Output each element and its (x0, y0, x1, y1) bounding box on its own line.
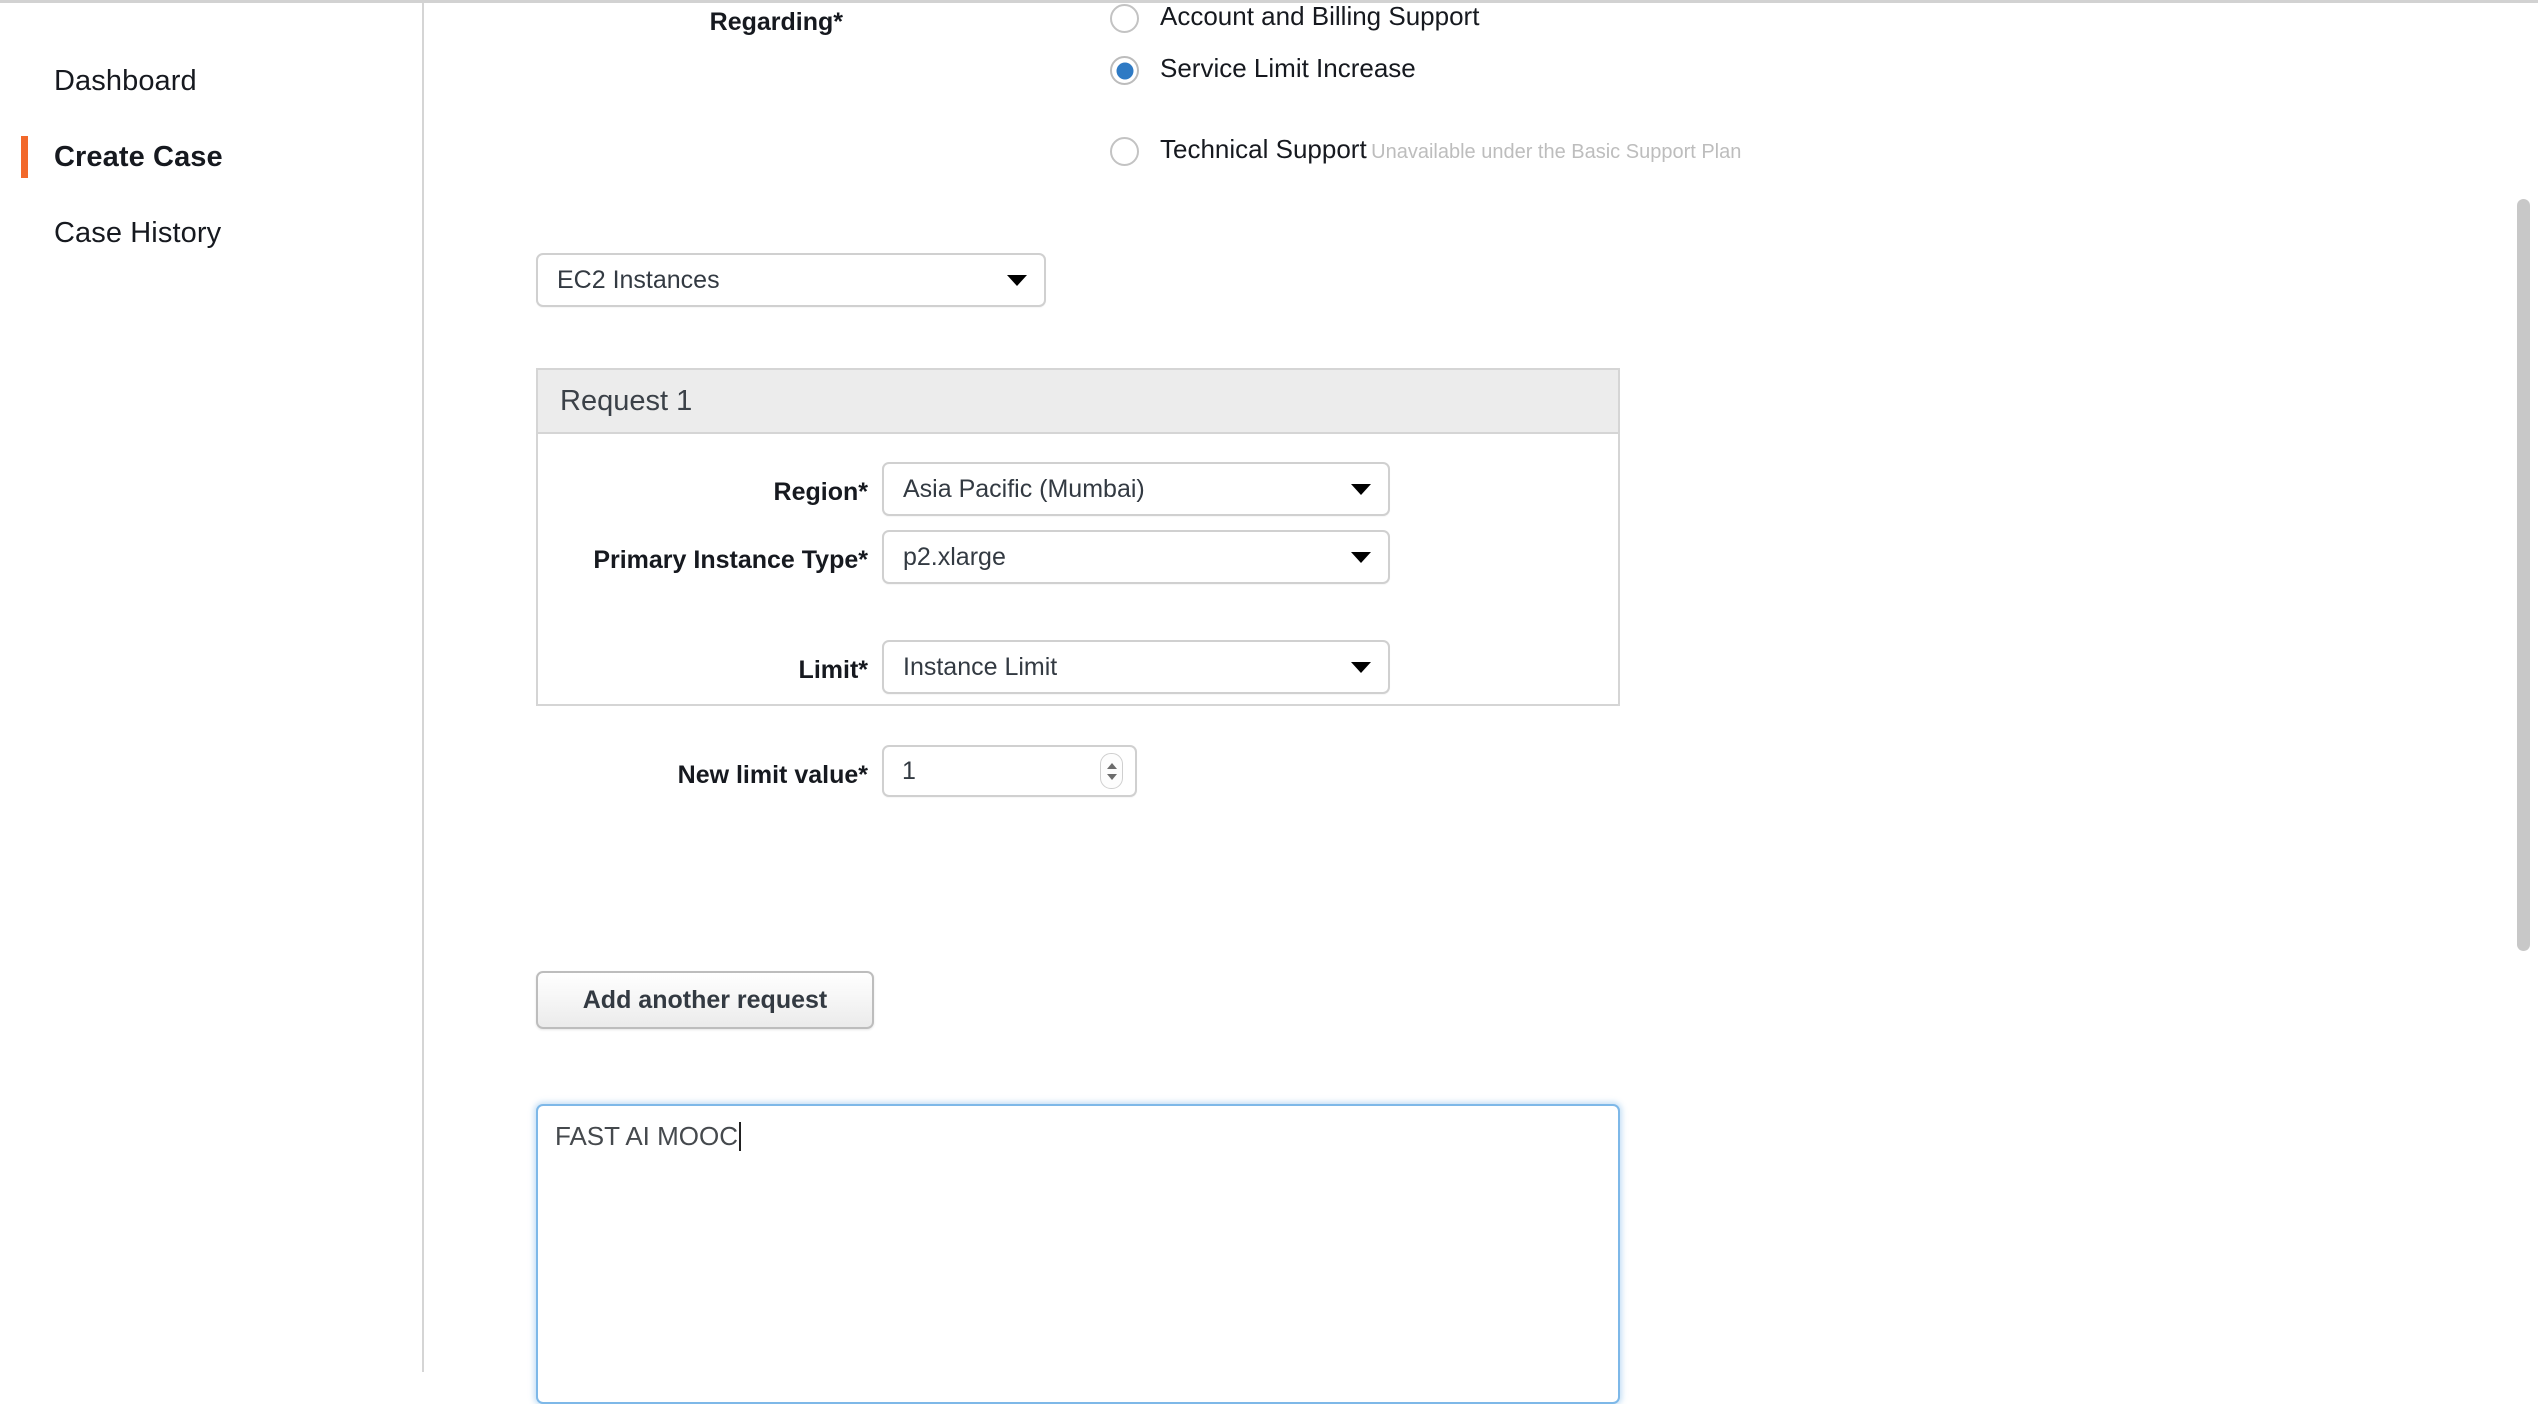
limit-select[interactable]: Instance Limit (882, 640, 1390, 694)
radio-icon-selected[interactable] (1110, 56, 1139, 85)
chevron-down-icon[interactable] (990, 255, 1044, 305)
use-case-description-textarea[interactable]: FAST AI MOOC (536, 1104, 1620, 1404)
page-scrollbar-thumb[interactable] (2517, 199, 2530, 951)
limit-type-select[interactable]: EC2 Instances (536, 253, 1046, 307)
chevron-down-icon[interactable] (1334, 532, 1388, 582)
chevron-down-icon[interactable] (1334, 464, 1388, 514)
sidebar-item-case-history[interactable]: Case History (0, 207, 424, 259)
sidebar-item-label: Create Case (0, 143, 223, 172)
page-scrollbar-track[interactable] (2513, 3, 2535, 1372)
request-panel-title: Request 1 (538, 387, 692, 416)
primary-instance-type-label: Primary Instance Type* (558, 548, 868, 573)
radio-service-limit-increase[interactable]: Service Limit Increase (1110, 55, 1416, 85)
sidebar-item-dashboard[interactable]: Dashboard (0, 55, 424, 107)
primary-instance-type-select[interactable]: p2.xlarge (882, 530, 1390, 584)
radio-hint-text: Unavailable under the Basic Support Plan (1371, 141, 1741, 163)
radio-label: Technical Support (1160, 134, 1367, 164)
active-indicator-bar (21, 136, 28, 178)
primary-instance-type-value: p2.xlarge (884, 545, 1006, 570)
region-label: Region* (558, 480, 868, 505)
radio-icon[interactable] (1110, 137, 1139, 166)
radio-account-and-billing-support[interactable]: Account and Billing Support (1110, 3, 1479, 33)
region-value: Asia Pacific (Mumbai) (884, 477, 1145, 502)
regarding-label: Regarding* (426, 9, 843, 37)
sidebar-navigation: Dashboard Create Case Case History (0, 3, 424, 1372)
radio-icon[interactable] (1110, 4, 1139, 33)
use-case-description-value: FAST AI MOOC (555, 1121, 738, 1151)
sidebar-item-create-case[interactable]: Create Case (0, 131, 424, 183)
new-limit-value-label: New limit value* (558, 763, 868, 788)
region-select[interactable]: Asia Pacific (Mumbai) (882, 462, 1390, 516)
use-case-description-text: FAST AI MOOC (555, 1122, 741, 1151)
add-another-request-label: Add another request (583, 988, 827, 1013)
radio-label: Account and Billing Support (1160, 1, 1479, 31)
limit-type-value: EC2 Instances (538, 268, 720, 293)
sidebar-item-label: Dashboard (0, 67, 197, 96)
add-another-request-button[interactable]: Add another request (536, 971, 874, 1029)
sidebar-item-label: Case History (0, 219, 221, 248)
new-limit-value-text: 1 (884, 759, 916, 784)
request-panel-header: Request 1 (538, 370, 1618, 434)
radio-label: Service Limit Increase (1160, 53, 1416, 83)
limit-value: Instance Limit (884, 655, 1057, 680)
new-limit-value-stepper[interactable]: 1 (882, 745, 1137, 797)
text-cursor (739, 1122, 741, 1151)
limit-label: Limit* (558, 658, 868, 683)
radio-technical-support[interactable]: Technical Support Unavailable under the … (1110, 136, 1741, 166)
create-case-form: Regarding* Account and Billing Support S… (426, 3, 2538, 1372)
chevron-down-icon[interactable] (1334, 642, 1388, 692)
stepper-arrows-icon[interactable] (1100, 753, 1123, 789)
request-panel: Request 1 Region* Asia Pacific (Mumbai) … (536, 368, 1620, 706)
